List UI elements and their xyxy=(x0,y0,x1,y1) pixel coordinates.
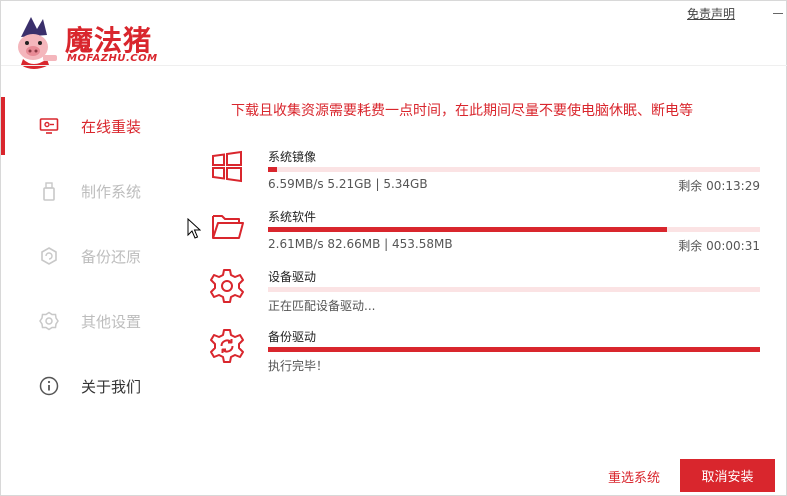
app-logo: 魔法猪 MOFAZHU.COM xyxy=(13,15,183,71)
installer-window: 魔法猪 MOFAZHU.COM 免责声明 在线重装 制作系统 备份还原 其他设置… xyxy=(0,0,787,496)
task-remaining: 剩余 00:13:29 xyxy=(678,179,760,193)
monitor-icon xyxy=(39,116,59,136)
task-backup-drivers: 备份驱动 执行完毕！ xyxy=(207,328,763,380)
gear-icon xyxy=(210,269,244,303)
task-status: 2.61MB/s 82.66MB | 453.58MB xyxy=(268,237,453,251)
task-name: 系统镜像 xyxy=(268,150,317,164)
task-remaining: 剩余 00:00:31 xyxy=(678,239,760,253)
minimize-button[interactable] xyxy=(771,5,785,19)
task-status: 执行完毕！ xyxy=(268,359,329,373)
download-notice: 下载且收集资源需要耗费一点时间，在此期间尽量不要使电脑休眠、断电等 xyxy=(231,103,693,119)
pig-mascot-icon xyxy=(18,17,57,69)
folder-icon xyxy=(212,215,244,239)
task-status: 正在匹配设备驱动... xyxy=(268,299,376,313)
sidebar-item-label: 备份还原 xyxy=(81,247,142,266)
gear-icon xyxy=(39,311,59,331)
sidebar-item-label: 关于我们 xyxy=(81,377,142,396)
sidebar-item-label: 在线重装 xyxy=(81,117,142,136)
progress-fill xyxy=(268,227,667,232)
task-device-drivers: 设备驱动 正在匹配设备驱动... xyxy=(207,268,763,320)
sidebar-item-about-us[interactable]: 关于我们 xyxy=(1,357,191,415)
task-name: 设备驱动 xyxy=(268,270,317,284)
sidebar-item-make-system[interactable]: 制作系统 xyxy=(1,162,191,220)
task-system-software: 系统软件 2.61MB/s 82.66MB | 453.58MB 剩余 00:0… xyxy=(207,208,763,260)
progress-track xyxy=(268,347,760,352)
progress-track xyxy=(268,167,760,172)
active-indicator xyxy=(1,97,5,155)
progress-fill xyxy=(268,347,760,352)
windows-icon xyxy=(212,150,242,183)
sidebar-item-other-settings[interactable]: 其他设置 xyxy=(1,292,191,350)
task-name: 备份驱动 xyxy=(268,330,317,344)
reselect-system-link[interactable]: 重选系统 xyxy=(608,467,660,486)
info-icon xyxy=(39,376,59,396)
gear-refresh-icon xyxy=(210,329,244,363)
sidebar-item-label: 其他设置 xyxy=(81,312,142,331)
logo-domain: MOFAZHU.COM xyxy=(67,53,158,64)
mouse-cursor-icon xyxy=(187,218,201,239)
sidebar-item-online-reinstall[interactable]: 在线重装 xyxy=(1,97,191,155)
sidebar-item-label: 制作系统 xyxy=(81,182,142,201)
header-divider xyxy=(1,65,787,66)
backup-restore-icon xyxy=(39,246,59,266)
task-system-image: 系统镜像 6.59MB/s 5.21GB | 5.34GB 剩余 00:13:2… xyxy=(207,148,763,200)
usb-drive-icon xyxy=(39,181,59,201)
task-name: 系统软件 xyxy=(268,210,317,224)
cancel-install-button[interactable]: 取消安装 xyxy=(680,459,775,492)
task-status: 6.59MB/s 5.21GB | 5.34GB xyxy=(268,177,428,191)
progress-track xyxy=(268,227,760,232)
progress-track xyxy=(268,287,760,292)
sidebar-item-backup-restore[interactable]: 备份还原 xyxy=(1,227,191,285)
progress-fill xyxy=(268,167,277,172)
disclaimer-link[interactable]: 免责声明 xyxy=(687,5,735,22)
